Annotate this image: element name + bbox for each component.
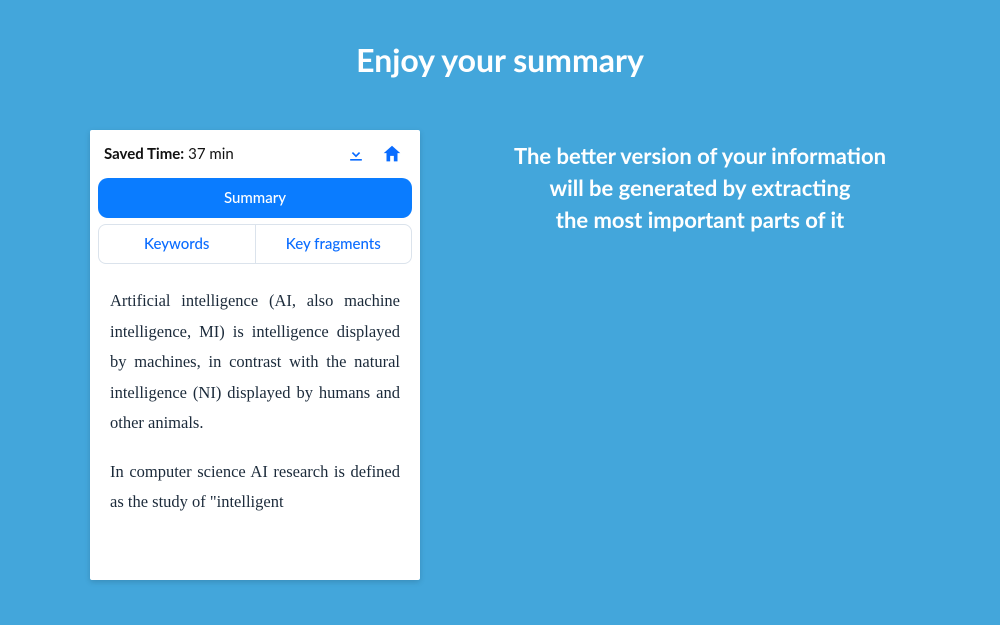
tabs: Summary Keywords Key fragments [90, 174, 420, 264]
saved-time-label: Saved Time: [104, 145, 184, 163]
tab-keywords[interactable]: Keywords [98, 224, 255, 264]
saved-time-value: 37 min [188, 145, 234, 163]
tab-key-fragments[interactable]: Key fragments [255, 224, 413, 264]
home-icon[interactable] [378, 140, 406, 168]
summary-panel: Saved Time: 37 min Summary Keywords Key … [90, 130, 420, 580]
page-subtitle: The better version of your information w… [460, 140, 940, 236]
page-title: Enjoy your summary [0, 40, 1000, 79]
subtitle-line-3: the most important parts of it [556, 206, 844, 233]
summary-paragraph: Artificial intelligence (AI, also machin… [110, 286, 400, 439]
subtitle-line-1: The better version of your information [514, 142, 886, 169]
panel-header: Saved Time: 37 min [90, 130, 420, 174]
summary-content: Artificial intelligence (AI, also machin… [90, 264, 420, 580]
subtitle-line-2: will be generated by extracting [549, 174, 850, 201]
tab-summary[interactable]: Summary [98, 178, 412, 218]
download-icon[interactable] [342, 140, 370, 168]
summary-paragraph: In computer science AI research is defin… [110, 457, 400, 518]
